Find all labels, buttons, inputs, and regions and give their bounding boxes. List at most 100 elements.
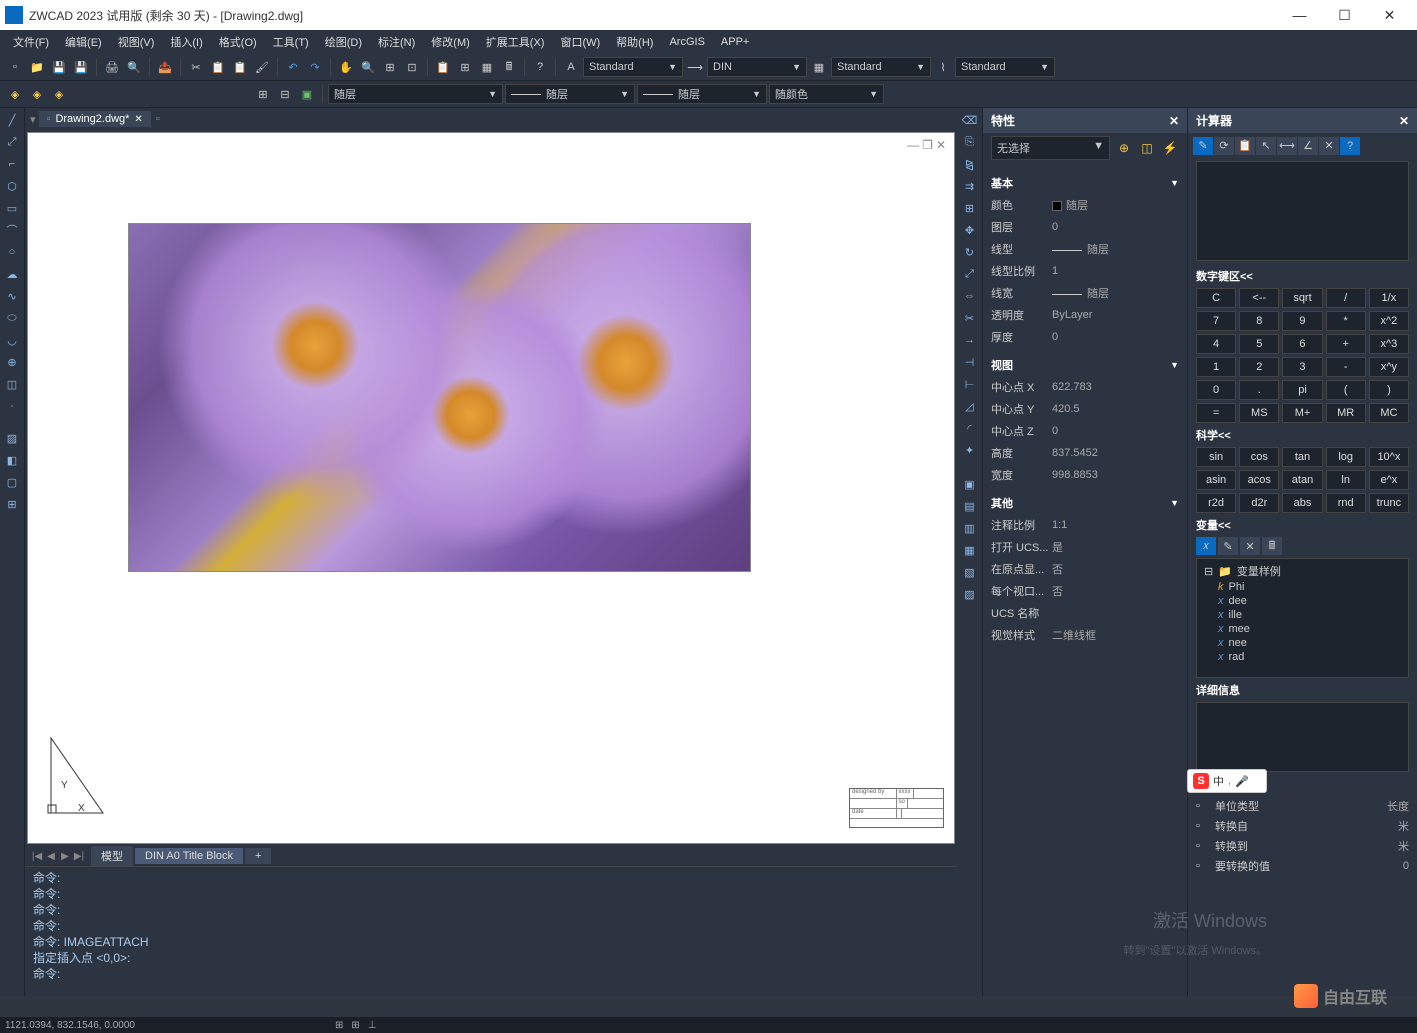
- rotate-icon[interactable]: ↻: [960, 242, 980, 262]
- calc-button[interactable]: <--: [1239, 288, 1279, 308]
- calc-help-icon[interactable]: ?: [1340, 137, 1360, 155]
- draworder1-icon[interactable]: ▣: [960, 474, 980, 494]
- point-icon[interactable]: ·: [2, 396, 22, 416]
- calc-button[interactable]: ): [1369, 380, 1409, 400]
- menu-file[interactable]: 文件(F): [5, 31, 57, 53]
- calc-button[interactable]: =: [1196, 403, 1236, 423]
- break-icon[interactable]: ⊣: [960, 352, 980, 372]
- calc-button[interactable]: 1/x: [1369, 288, 1409, 308]
- tablestyle-combo[interactable]: Standard▼: [831, 57, 931, 77]
- draworder3-icon[interactable]: ▥: [960, 518, 980, 538]
- property-row[interactable]: 中心点 X622.783: [991, 376, 1179, 398]
- ime-indicator[interactable]: S中,🎤: [1187, 769, 1267, 793]
- matchprop-icon[interactable]: 🖌: [252, 57, 272, 77]
- layerstate-icon[interactable]: ◈: [27, 84, 47, 104]
- open-icon[interactable]: 📁: [27, 57, 47, 77]
- array-icon[interactable]: ⊞: [960, 198, 980, 218]
- variables-tree[interactable]: ⊟📁变量样例 kPhixdeexillexmeexneexrad: [1196, 558, 1409, 678]
- revcloud-icon[interactable]: ☁: [2, 264, 22, 284]
- calc-intersect-icon[interactable]: ✕: [1319, 137, 1339, 155]
- zoomwin-icon[interactable]: ⊞: [380, 57, 400, 77]
- calc-button[interactable]: trunc: [1369, 493, 1409, 513]
- calc-button[interactable]: 7: [1196, 311, 1236, 331]
- calc-paste-icon[interactable]: 📋: [1235, 137, 1255, 155]
- layout-next-icon[interactable]: ▶: [58, 851, 72, 862]
- draworder5-icon[interactable]: ▧: [960, 562, 980, 582]
- save-icon[interactable]: 💾: [49, 57, 69, 77]
- ellipsearc-icon[interactable]: ◡: [2, 330, 22, 350]
- gradient-icon[interactable]: ◧: [2, 450, 22, 470]
- vp-restore-icon[interactable]: ❐: [922, 138, 933, 152]
- menu-view[interactable]: 视图(V): [110, 31, 163, 53]
- dimstyle-icon[interactable]: ⟶: [685, 57, 705, 77]
- calc-button[interactable]: r2d: [1196, 493, 1236, 513]
- lineweight-combo[interactable]: 随层▼: [637, 84, 767, 104]
- calc-button[interactable]: d2r: [1239, 493, 1279, 513]
- block-icon[interactable]: ◫: [2, 374, 22, 394]
- close-button[interactable]: ✕: [1367, 0, 1412, 30]
- cut-icon[interactable]: ✂: [186, 57, 206, 77]
- variable-item[interactable]: xnee: [1200, 636, 1405, 650]
- variable-item[interactable]: kPhi: [1200, 580, 1405, 594]
- var-calc-icon[interactable]: 🖩: [1262, 537, 1282, 555]
- calc-button[interactable]: sqrt: [1282, 288, 1322, 308]
- calc-button[interactable]: 4: [1196, 334, 1236, 354]
- menu-tools[interactable]: 工具(T): [265, 31, 317, 53]
- calc-clear-icon[interactable]: ✎: [1193, 137, 1213, 155]
- calc-button[interactable]: 2: [1239, 357, 1279, 377]
- calc-icon[interactable]: 🖩: [499, 57, 519, 77]
- calc-button[interactable]: rnd: [1326, 493, 1366, 513]
- undo-icon[interactable]: ↶: [283, 57, 303, 77]
- toolpalette-icon[interactable]: ▦: [477, 57, 497, 77]
- copy-tool-icon[interactable]: ⎘: [960, 132, 980, 152]
- layermgr-icon[interactable]: ◈: [5, 84, 25, 104]
- calc-getpt-icon[interactable]: ↖: [1256, 137, 1276, 155]
- spline-icon[interactable]: ∿: [2, 286, 22, 306]
- unit-row[interactable]: ▫要转换的值0: [1196, 856, 1409, 876]
- property-row[interactable]: 打开 UCS...是: [991, 536, 1179, 558]
- menu-help[interactable]: 帮助(H): [608, 31, 661, 53]
- calc-button[interactable]: 0: [1196, 380, 1236, 400]
- menu-window[interactable]: 窗口(W): [552, 31, 608, 53]
- menu-modify[interactable]: 修改(M): [423, 31, 478, 53]
- table-icon[interactable]: ⊞: [2, 494, 22, 514]
- print-icon[interactable]: 🖨: [102, 57, 122, 77]
- vp-close-icon[interactable]: ✕: [936, 138, 946, 152]
- new-tab-icon[interactable]: ▫: [156, 113, 160, 125]
- command-window[interactable]: 命令: 命令: 命令: 命令: 命令: IMAGEATTACH 指定插入点 <0…: [25, 866, 957, 996]
- publish-icon[interactable]: 📤: [155, 57, 175, 77]
- calc-button[interactable]: pi: [1282, 380, 1322, 400]
- property-row[interactable]: 线型随层: [991, 238, 1179, 260]
- viewport-icon[interactable]: ⊞: [253, 84, 273, 104]
- menu-edit[interactable]: 编辑(E): [57, 31, 110, 53]
- snap-btn[interactable]: ⊞: [335, 1020, 343, 1031]
- selection-combo[interactable]: 无选择▼: [991, 136, 1110, 160]
- property-row[interactable]: 线宽随层: [991, 282, 1179, 304]
- variable-item[interactable]: xdee: [1200, 594, 1405, 608]
- unit-row[interactable]: ▫转换自米: [1196, 816, 1409, 836]
- line-icon[interactable]: ╱: [2, 110, 22, 130]
- calc-history-icon[interactable]: ⟳: [1214, 137, 1234, 155]
- rectangle-icon[interactable]: ▭: [2, 198, 22, 218]
- property-row[interactable]: 颜色随层: [991, 194, 1179, 216]
- tab-dropdown-icon[interactable]: ▾: [30, 113, 36, 126]
- scale-icon[interactable]: ⤢: [960, 264, 980, 284]
- calc-button[interactable]: C: [1196, 288, 1236, 308]
- property-row[interactable]: 厚度0: [991, 326, 1179, 348]
- fillet-icon[interactable]: ◜: [960, 418, 980, 438]
- layout-first-icon[interactable]: |◀: [30, 851, 44, 862]
- chamfer-icon[interactable]: ◿: [960, 396, 980, 416]
- calculator-close-icon[interactable]: ✕: [1399, 114, 1409, 128]
- calc-button[interactable]: 1: [1196, 357, 1236, 377]
- properties-icon[interactable]: 📋: [433, 57, 453, 77]
- unit-row[interactable]: ▫转换到米: [1196, 836, 1409, 856]
- attached-image[interactable]: [128, 223, 751, 572]
- move-icon[interactable]: ✥: [960, 220, 980, 240]
- calc-button[interactable]: abs: [1282, 493, 1322, 513]
- unit-row[interactable]: ▫单位类型长度: [1196, 796, 1409, 816]
- var-new-icon[interactable]: 𝑥: [1196, 537, 1216, 555]
- viewport2-icon[interactable]: ⊟: [275, 84, 295, 104]
- circle-icon[interactable]: ○: [2, 242, 22, 262]
- property-row[interactable]: 每个视口...否: [991, 580, 1179, 602]
- draworder2-icon[interactable]: ▤: [960, 496, 980, 516]
